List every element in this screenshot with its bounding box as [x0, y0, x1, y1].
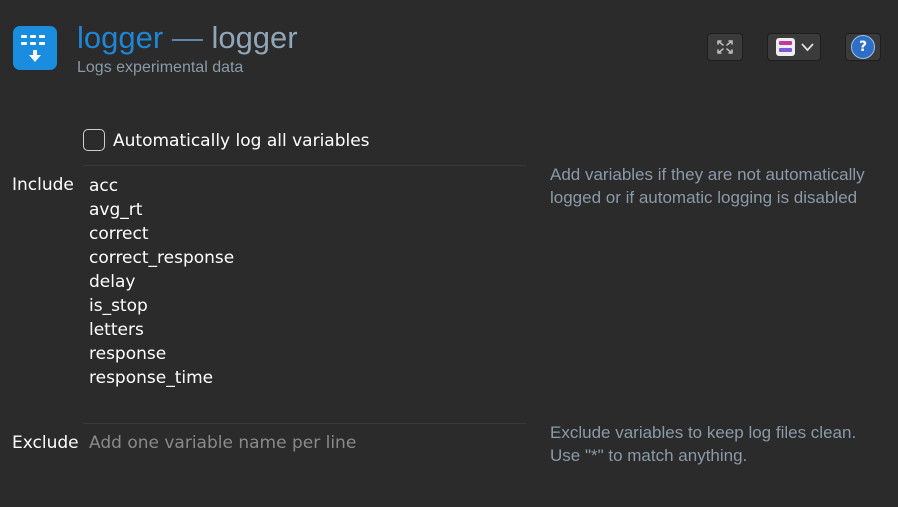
- exclude-placeholder: Add one variable name per line: [89, 433, 357, 453]
- exclude-hint: Exclude variables to keep log files clea…: [550, 423, 857, 465]
- include-variable: delay: [89, 272, 136, 292]
- include-variable: acc: [89, 176, 119, 196]
- include-variable: letters: [89, 320, 144, 340]
- exclude-textarea[interactable]: Add one variable name per line: [83, 423, 526, 463]
- include-hint: Add variables if they are not automatica…: [550, 165, 865, 207]
- include-variable: correct: [89, 224, 149, 244]
- include-variable-list: acc avg_rtcorrect correct_responsedelay is_…: [89, 174, 234, 390]
- chevron-down-icon: [801, 43, 814, 52]
- include-label: Include: [12, 175, 74, 195]
- include-variable: response: [89, 344, 167, 364]
- item-description[interactable]: Logs experimental data: [77, 59, 243, 77]
- expand-icon: [717, 40, 733, 54]
- help-icon: ?: [851, 35, 875, 59]
- exclude-label: Exclude: [12, 433, 79, 453]
- include-variable: is_stop: [89, 296, 148, 316]
- include-variable: correct_response: [89, 248, 235, 268]
- view-toggle-icon: [776, 38, 795, 56]
- view-toggle-button[interactable]: [767, 33, 821, 61]
- title-separator: —: [171, 20, 203, 55]
- auto-log-checkbox[interactable]: [83, 129, 105, 151]
- auto-log-label[interactable]: Automatically log all variables: [113, 130, 370, 152]
- logger-app-icon: [13, 26, 57, 70]
- include-variable: avg_rt: [89, 200, 143, 220]
- fullscreen-button[interactable]: [707, 33, 743, 61]
- item-type: logger: [211, 20, 298, 55]
- help-button[interactable]: ?: [845, 33, 881, 61]
- item-title[interactable]: logger — logger: [77, 18, 298, 58]
- include-variable: response_time: [89, 368, 214, 388]
- item-name[interactable]: logger: [77, 20, 163, 55]
- include-textarea[interactable]: acc avg_rtcorrect correct_responsedelay is_…: [83, 165, 526, 395]
